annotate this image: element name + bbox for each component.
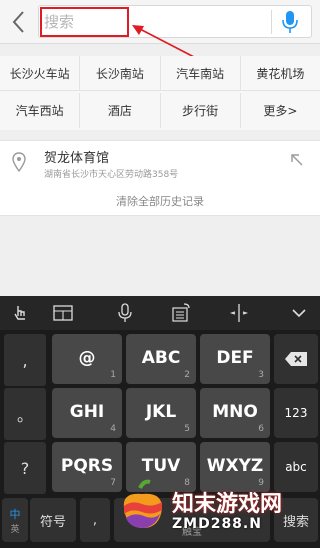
chip-hotel[interactable]: 酒店 <box>80 93 161 128</box>
key-7[interactable]: PQRS 7 <box>52 442 122 492</box>
cursor-move-icon[interactable] <box>228 302 250 324</box>
watermark: 知末游戏网 ZMD288.N <box>118 472 318 544</box>
search-history: 贺龙体育馆 湖南省长沙市天心区劳动路358号 清除全部历史记录 <box>0 140 320 216</box>
chip-changsha-south-station[interactable]: 长沙南站 <box>80 56 161 90</box>
back-arrow-icon[interactable] <box>8 8 30 36</box>
handwriting-switch-icon[interactable] <box>170 302 192 324</box>
chip-huanghua-airport[interactable]: 黄花机场 <box>241 56 320 90</box>
divider <box>271 10 272 34</box>
quick-locations: 长沙火车站 长沙南站 汽车南站 黄花机场 汽车西站 酒店 步行街 更多> <box>0 56 320 130</box>
gesture-icon[interactable] <box>10 302 32 324</box>
keyboard-toolbar <box>0 296 320 330</box>
key-period[interactable]: 。 <box>4 388 46 440</box>
chip-bus-south-station[interactable]: 汽车南站 <box>161 56 241 90</box>
chip-bus-west-station[interactable]: 汽车西站 <box>0 93 81 128</box>
key-5[interactable]: JKL 5 <box>126 388 196 438</box>
collapse-keyboard-icon[interactable] <box>288 302 310 324</box>
key-comma[interactable]: , <box>4 334 46 386</box>
backspace-key[interactable] <box>274 334 318 384</box>
voice-input-icon[interactable] <box>114 302 136 324</box>
history-item-address: 湖南省长沙市天心区劳动路358号 <box>44 170 179 180</box>
key-question[interactable]: ? <box>4 442 46 494</box>
annotation-highlight-box <box>40 7 129 37</box>
location-pin-icon <box>12 152 26 172</box>
symbols-key[interactable]: 符号 <box>30 498 76 542</box>
clear-history-button[interactable]: 清除全部历史记录 <box>0 193 320 209</box>
watermark-subtitle: ZMD288.N <box>172 516 262 532</box>
key-3[interactable]: DEF 3 <box>200 334 270 384</box>
quick-locations-row-1: 长沙火车站 长沙南站 汽车南站 黄花机场 <box>0 56 320 91</box>
key-6[interactable]: MNO 6 <box>200 388 270 438</box>
key-4[interactable]: GHI 4 <box>52 388 122 438</box>
key-1[interactable]: @1 <box>52 334 122 384</box>
chip-pedestrian-street[interactable]: 步行街 <box>161 93 241 128</box>
key-2[interactable]: ABC 2 <box>126 334 196 384</box>
lang-primary: 中 <box>9 507 21 521</box>
chip-changsha-railway-station[interactable]: 长沙火车站 <box>0 56 81 90</box>
chip-more[interactable]: 更多> <box>241 93 320 128</box>
comma-key[interactable]: , <box>80 498 110 542</box>
keyboard-layout-icon[interactable] <box>52 302 74 324</box>
microphone-icon[interactable] <box>280 9 300 35</box>
quick-locations-row-2: 汽车西站 酒店 步行街 更多> <box>0 93 320 128</box>
watermark-logo-icon <box>123 479 162 528</box>
history-item-title[interactable]: 贺龙体育馆 <box>44 147 109 166</box>
watermark-title: 知末游戏网 <box>172 492 283 517</box>
fill-arrow-icon[interactable] <box>290 153 304 167</box>
numeric-keyboard-key[interactable]: 123 <box>274 388 318 438</box>
language-switch-key[interactable]: 中 英 <box>2 498 28 542</box>
lang-secondary: 英 <box>10 524 20 535</box>
backspace-icon <box>285 352 307 366</box>
